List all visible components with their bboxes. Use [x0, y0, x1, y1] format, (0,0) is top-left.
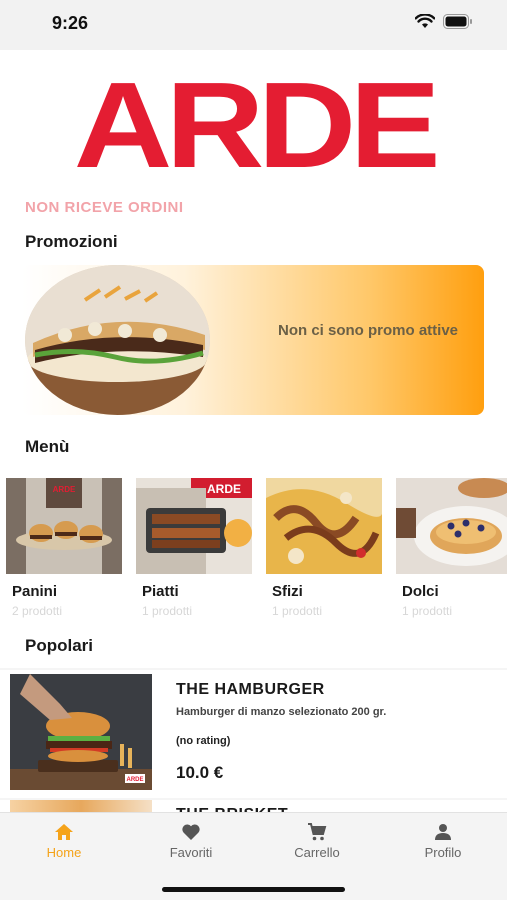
category-name: Panini — [12, 583, 58, 600]
heart-icon — [141, 823, 241, 841]
store-status-label: NON RICEVE ORDINI — [25, 199, 184, 216]
category-image: ARDE — [6, 478, 122, 574]
category-count: 1 prodotti — [142, 604, 193, 618]
tab-home[interactable]: Home — [14, 823, 114, 860]
tab-carrello[interactable]: Carrello — [267, 823, 367, 860]
promotions-title: Promozioni — [25, 232, 118, 251]
brand-logo: ARDE — [73, 57, 440, 193]
menu-category-list: ARDE Panini 2 prodotti ARDE Piatti 1 pro… — [0, 478, 507, 628]
tab-label: Favoriti — [169, 845, 213, 860]
person-icon — [393, 823, 493, 841]
cart-icon — [267, 823, 367, 841]
product-image: ARDE — [10, 674, 152, 790]
status-icons — [415, 14, 473, 29]
menu-category-piatti[interactable]: ARDE Piatti 1 prodotti — [136, 478, 252, 618]
menu-title: Menù — [25, 437, 70, 456]
category-image — [396, 478, 507, 574]
svg-text:ARDE: ARDE — [207, 482, 241, 496]
product-price: 10.0 € — [176, 763, 224, 782]
menu-category-panini[interactable]: ARDE Panini 2 prodotti — [6, 478, 122, 618]
product-rating: (no rating) — [176, 735, 231, 747]
home-indicator — [162, 887, 345, 892]
svg-text:ARDE: ARDE — [53, 485, 76, 494]
category-count: 2 prodotti — [12, 604, 63, 618]
category-image: ARDE — [136, 478, 252, 574]
battery-icon — [443, 14, 473, 29]
promo-empty-message: Non ci sono promo attive — [278, 322, 459, 339]
category-name: Dolci — [402, 583, 439, 600]
product-description: Hamburger di manzo selezionato 200 gr. — [176, 706, 387, 718]
tab-profilo[interactable]: Profilo — [393, 823, 493, 860]
svg-text:ARDE: ARDE — [126, 777, 143, 783]
tab-favoriti[interactable]: Favoriti — [141, 823, 241, 860]
tab-label: Profilo — [424, 845, 462, 860]
product-name: THE HAMBURGER — [176, 681, 325, 698]
wifi-icon — [415, 14, 435, 29]
brand-header: ARDE — [0, 60, 507, 190]
popular-title: Popolari — [25, 636, 94, 655]
product-card[interactable]: ARDE THE HAMBURGER Hamburger di manzo se… — [0, 670, 507, 798]
menu-category-dolci[interactable]: Dolci 1 prodotti — [396, 478, 507, 618]
category-name: Sfizi — [272, 583, 303, 600]
category-count: 1 prodotti — [272, 604, 323, 618]
menu-category-sfizi[interactable]: Sfizi 1 prodotti — [266, 478, 382, 618]
promo-image — [25, 265, 210, 415]
category-count: 1 prodotti — [402, 604, 453, 618]
tab-label: Carrello — [294, 845, 340, 860]
tab-label: Home — [46, 845, 82, 860]
status-time: 9:26 — [52, 13, 89, 33]
promo-card[interactable]: Non ci sono promo attive — [22, 265, 484, 415]
home-icon — [14, 823, 114, 841]
category-name: Piatti — [142, 583, 179, 600]
status-bar: 9:26 — [0, 0, 507, 50]
category-image — [266, 478, 382, 574]
